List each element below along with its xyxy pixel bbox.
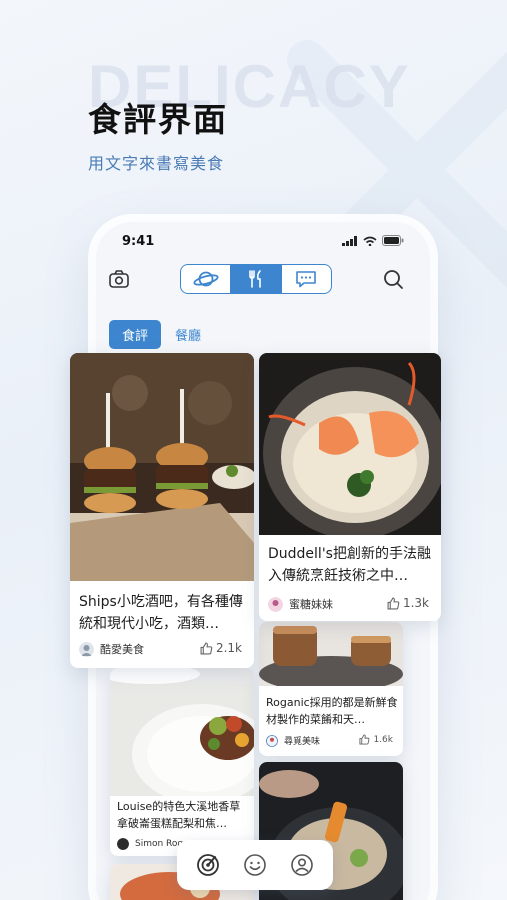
card-likes: 1.3k xyxy=(387,596,429,610)
avatar xyxy=(117,838,129,850)
page-subheadline: 用文字來書寫美食 xyxy=(88,154,225,173)
card-image-cake xyxy=(259,622,403,686)
card-image-sliders xyxy=(70,353,254,581)
card-title: Ships小吃酒吧，有各種傳統和現代小吃，酒類… xyxy=(79,594,243,632)
card-likes: 1.6k xyxy=(359,734,393,745)
avatar xyxy=(79,641,94,657)
segment-messages[interactable] xyxy=(280,265,331,293)
wifi-icon xyxy=(363,236,377,246)
tab-restaurants[interactable]: 餐廳 xyxy=(175,325,201,344)
avatar xyxy=(268,596,283,612)
discover-icon[interactable] xyxy=(196,853,220,877)
card-image-salad xyxy=(110,668,254,796)
smile-icon[interactable] xyxy=(243,853,267,877)
status-icons xyxy=(342,235,404,246)
app-header xyxy=(96,262,430,298)
bottom-navigation xyxy=(177,840,333,890)
card-likes: 2.1k xyxy=(200,641,242,655)
feed-card[interactable]: Roganic採用的都是新鮮食材製作的菜餚和天… 尋覓美味 1.6k xyxy=(259,622,403,756)
card-author: 蜜糖妹妹 xyxy=(268,596,333,612)
likes-count: 1.3k xyxy=(402,596,429,610)
planet-icon xyxy=(193,271,219,287)
feed-card[interactable]: Ships小吃酒吧，有各種傳統和現代小吃，酒類… 酷愛美食 2.1k xyxy=(70,353,254,668)
feed-card[interactable]: Louise的特色大溪地香草拿破崙蛋糕配梨和焦… Simon Rogan xyxy=(110,668,254,856)
card-title: Duddell's把創新的手法融入傳統烹飪技術之中… xyxy=(268,546,431,584)
thumbs-up-icon xyxy=(200,642,213,654)
avatar xyxy=(266,734,278,747)
page-headline: 食評界面 xyxy=(88,100,228,139)
feed-tabs: 食評 餐廳 xyxy=(109,320,201,349)
card-title: Louise的特色大溪地香草拿破崙蛋糕配梨和焦… xyxy=(117,800,241,830)
feed-card[interactable]: Duddell's把創新的手法融入傳統烹飪技術之中… 蜜糖妹妹 1.3k xyxy=(259,353,441,621)
likes-count: 1.6k xyxy=(373,734,393,745)
thumbs-up-icon xyxy=(359,734,370,745)
card-image-shrimp xyxy=(259,353,441,535)
likes-count: 2.1k xyxy=(215,641,242,655)
segment-food-reviews[interactable] xyxy=(230,265,281,293)
author-name: 蜜糖妹妹 xyxy=(289,598,333,611)
chat-icon xyxy=(296,271,317,288)
segment-discover[interactable] xyxy=(181,265,230,293)
card-author: 尋覓美味 xyxy=(266,734,320,747)
author-name: 酷愛美食 xyxy=(100,643,144,656)
search-icon[interactable] xyxy=(382,268,404,290)
utensils-icon xyxy=(249,270,261,288)
card-author: 酷愛美食 xyxy=(79,641,144,657)
tab-food-reviews[interactable]: 食評 xyxy=(109,320,162,349)
author-name: 尋覓美味 xyxy=(284,737,321,747)
signal-icon xyxy=(342,235,357,246)
thumbs-up-icon xyxy=(387,597,400,609)
content-type-segmented-control xyxy=(180,264,332,294)
status-time: 9:41 xyxy=(122,234,155,249)
card-title: Roganic採用的都是新鮮食材製作的菜餚和天… xyxy=(266,696,398,726)
status-bar: 9:41 xyxy=(96,222,430,262)
camera-icon[interactable] xyxy=(108,268,130,290)
profile-icon[interactable] xyxy=(290,853,314,877)
battery-icon xyxy=(382,235,404,246)
